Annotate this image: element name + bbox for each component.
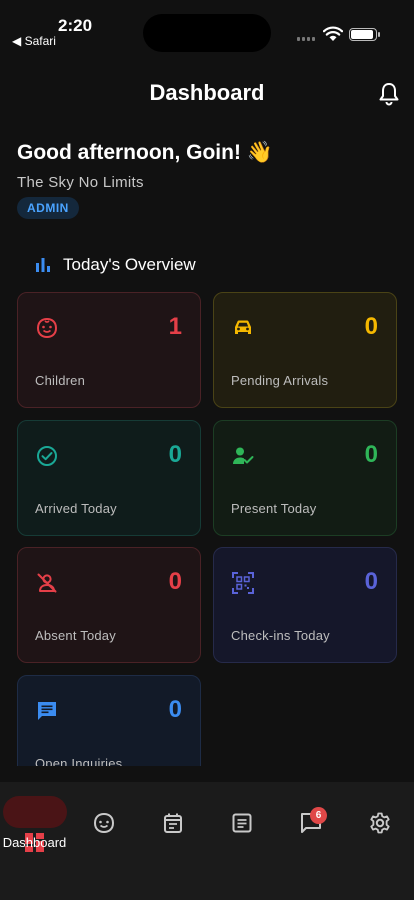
- check-circle-icon: [37, 446, 57, 466]
- calendar-icon: [163, 813, 182, 833]
- stat-label: Arrived Today: [35, 501, 117, 516]
- tab-reports[interactable]: [207, 782, 276, 846]
- bar-chart-icon: [36, 258, 50, 272]
- person-off-icon: [37, 573, 57, 593]
- stat-value: 0: [364, 313, 378, 340]
- tab-calendar[interactable]: [138, 782, 207, 846]
- stat-label: Check-ins Today: [231, 628, 330, 643]
- stat-value: 1: [168, 313, 182, 340]
- stat-label: Present Today: [231, 501, 317, 516]
- stat-card-open-inquiries[interactable]: 0 Open Inquiries: [17, 675, 201, 766]
- greeting-heading: Good afternoon, Goin! 👋: [17, 141, 273, 164]
- tab-settings[interactable]: [345, 782, 414, 846]
- stat-label: Absent Today: [35, 628, 116, 643]
- stat-label: Open Inquiries: [35, 756, 123, 766]
- stat-value: 0: [168, 441, 182, 468]
- tab-children[interactable]: [69, 782, 138, 846]
- role-badge: ADMIN: [17, 197, 79, 219]
- stat-value: 0: [364, 568, 378, 595]
- stat-card-children[interactable]: 1 Children: [17, 292, 201, 408]
- overview-section-header: Today's Overview: [35, 254, 196, 276]
- organization-name: The Sky No Limits: [17, 174, 144, 191]
- tab-dashboard[interactable]: Dashboard: [0, 782, 69, 852]
- person-check-icon: [233, 447, 254, 464]
- stat-value: 0: [364, 441, 378, 468]
- stat-card-present-today[interactable]: 0 Present Today: [213, 420, 397, 536]
- message-icon: [38, 702, 56, 720]
- messages-unread-badge: 6: [310, 807, 327, 824]
- stat-card-check-ins-today[interactable]: 0 Check-ins Today: [213, 547, 397, 663]
- qr-scan-icon: [232, 572, 254, 594]
- stat-card-arrived-today[interactable]: 0 Arrived Today: [17, 420, 201, 536]
- stat-label: Pending Arrivals: [231, 373, 329, 388]
- stat-value: 0: [168, 696, 182, 723]
- child-face-icon: [36, 317, 58, 339]
- gear-icon: [369, 812, 390, 834]
- stat-card-pending-arrivals[interactable]: 0 Pending Arrivals: [213, 292, 397, 408]
- stat-card-absent-today[interactable]: 0 Absent Today: [17, 547, 201, 663]
- section-title: Today's Overview: [63, 255, 196, 274]
- car-icon: [235, 320, 251, 334]
- tab-label: Dashboard: [2, 835, 67, 850]
- list-icon: [232, 813, 251, 833]
- stat-value: 0: [168, 568, 182, 595]
- active-tab-indicator: [3, 796, 67, 828]
- stat-label: Children: [35, 373, 86, 388]
- bottom-tab-bar: Dashboard: [0, 782, 414, 900]
- scroll-content[interactable]: Good afternoon, Goin! 👋 The Sky No Limit…: [0, 0, 414, 766]
- child-face-icon: [93, 812, 114, 834]
